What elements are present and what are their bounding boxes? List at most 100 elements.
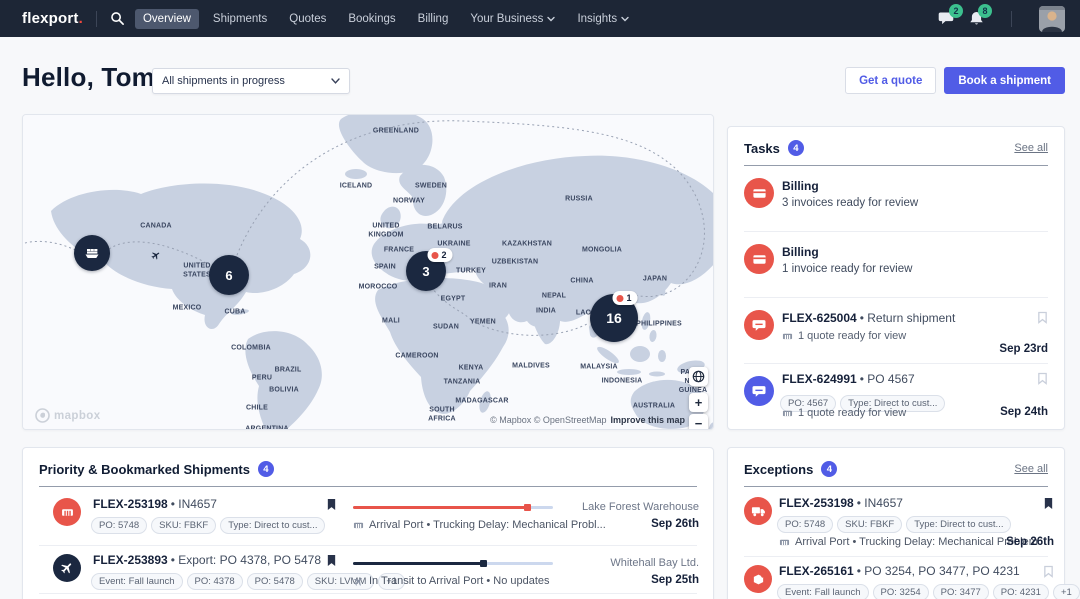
priority-count-badge: 4: [258, 461, 274, 477]
header-divider: [744, 486, 1048, 487]
page-greeting: Hello, Tom!: [22, 62, 164, 93]
exception-row[interactable]: FLEX-253198• IN4657 PO: 5748SKU: FBKFTyp…: [728, 492, 1066, 556]
bookmark-filled-icon[interactable]: [326, 498, 337, 511]
task-title: FLEX-625004• Return shipment: [782, 311, 955, 325]
tasks-header: Tasks 4 See all: [728, 127, 1064, 156]
exception-title: FLEX-253198• IN4657: [779, 496, 903, 510]
bookmark-icon[interactable]: [1037, 372, 1048, 385]
brand-dot: .: [79, 10, 83, 27]
exception-title: FLEX-265161• PO 3254, PO 3477, PO 4231: [779, 564, 1020, 578]
exceptions-see-all-link[interactable]: See all: [1014, 463, 1048, 475]
task-date: Sep 23rd: [999, 343, 1048, 355]
tag-pill: Type: Direct to cust...: [220, 517, 325, 534]
tag-pill: PO: 4231: [993, 584, 1049, 599]
terminal-icon: [782, 331, 793, 341]
top-navigation: flexport. Overview Shipments Quotes Book…: [0, 0, 1080, 37]
nav-item-insights[interactable]: Insights: [569, 9, 637, 29]
map-zoom-out-button[interactable]: −: [689, 414, 708, 430]
tag-pill: PO: 4378: [187, 573, 243, 590]
tag-pill: Event: Fall launch: [777, 584, 869, 599]
tasks-see-all-link[interactable]: See all: [1014, 142, 1048, 154]
mapbox-logo[interactable]: mapbox: [35, 408, 101, 423]
truck-icon: [744, 497, 772, 525]
chevron-down-icon: [621, 16, 629, 22]
nav-item-your-business[interactable]: Your Business: [462, 9, 563, 29]
task-title: FLEX-624991• PO 4567: [782, 372, 915, 386]
task-meta: 1 quote ready for view: [782, 407, 906, 419]
map-cluster-marker[interactable]: 6: [209, 255, 249, 295]
shipment-tags: PO: 5748SKU: FBKFType: Direct to cust...: [91, 515, 329, 534]
item-divider: [744, 556, 1048, 557]
nav-item-billing[interactable]: Billing: [410, 9, 457, 29]
book-shipment-button[interactable]: Book a shipment: [944, 67, 1065, 94]
mapbox-icon: [35, 408, 50, 423]
map-markers-layer: 631621: [23, 115, 713, 429]
shipment-filter-value: All shipments in progress: [162, 75, 285, 87]
plane-icon: [351, 573, 367, 589]
user-avatar[interactable]: [1039, 6, 1065, 32]
bookmark-icon[interactable]: [1043, 565, 1054, 578]
map-alert-badge[interactable]: 1: [612, 291, 637, 305]
tasks-title: Tasks: [744, 141, 780, 156]
tasks-panel: Tasks 4 See all Billing 3 invoices ready…: [727, 126, 1065, 430]
terminal-icon: [779, 537, 790, 547]
exceptions-count-badge: 4: [821, 461, 837, 477]
task-item[interactable]: Billing 3 invoices ready for review: [744, 166, 1048, 231]
map-globe-button[interactable]: [689, 367, 708, 386]
shipment-row[interactable]: FLEX-253893• Export: PO 4378, PO 5478 Ev…: [23, 548, 715, 599]
shipment-title: FLEX-253198• IN4657: [93, 497, 217, 511]
nav-item-bookings[interactable]: Bookings: [340, 9, 403, 29]
task-title: Billing: [782, 245, 819, 259]
shipment-destination: Lake Forest Warehouse: [582, 501, 699, 513]
exceptions-title: Exceptions: [744, 462, 813, 477]
shipment-filter-select[interactable]: All shipments in progress: [152, 68, 350, 94]
alert-dot-icon: [616, 295, 623, 302]
shipment-destination: Whitehall Bay Ltd.: [610, 557, 699, 569]
notifications-count-badge: 8: [978, 4, 992, 18]
nav-item-overview[interactable]: Overview: [135, 9, 199, 29]
tag-pill: PO: 5748: [91, 517, 147, 534]
task-subtitle: 1 invoice ready for review: [782, 263, 912, 275]
shipment-progress-bar: [353, 506, 553, 509]
shipment-map-card[interactable]: GREENLANDICELANDSWEDENNORWAYRUSSIACANADA…: [22, 114, 714, 430]
terminal-icon: [782, 408, 793, 418]
quote-chat-icon: [744, 376, 774, 406]
tag-pill: PO: 5748: [777, 516, 833, 533]
search-icon[interactable]: [110, 11, 125, 26]
task-item[interactable]: Billing 1 invoice ready for review: [744, 232, 1048, 297]
flexport-logo[interactable]: flexport.: [22, 10, 83, 27]
exception-status: Arrival Port • Trucking Delay: Mechanica…: [779, 536, 1038, 548]
map-port-marker[interactable]: [74, 235, 110, 271]
nav-item-shipments[interactable]: Shipments: [205, 9, 275, 29]
nav-divider: [96, 11, 97, 27]
package-icon: [744, 565, 772, 593]
container-ship-icon: [83, 244, 101, 262]
tag-pill: Type: Direct to cust...: [906, 516, 1011, 533]
shipment-status: In Transit to Arrival Port • No updates: [353, 575, 550, 587]
priority-shipments-panel: Priority & Bookmarked Shipments 4 FLEX-2…: [22, 447, 714, 599]
plane-icon: [53, 554, 81, 582]
bookmark-filled-icon[interactable]: [1043, 497, 1054, 510]
exceptions-header: Exceptions 4 See all: [728, 448, 1064, 477]
notifications-icon[interactable]: 8: [969, 11, 984, 27]
get-quote-button[interactable]: Get a quote: [845, 67, 936, 94]
alert-dot-icon: [431, 252, 438, 259]
task-item[interactable]: FLEX-625004• Return shipment 1 quote rea…: [744, 298, 1048, 363]
globe-icon: [692, 370, 705, 383]
bookmark-filled-icon[interactable]: [326, 554, 337, 567]
map-alert-badge[interactable]: 2: [427, 248, 452, 262]
messages-icon[interactable]: 2: [938, 11, 955, 26]
map-zoom-in-button[interactable]: +: [689, 393, 708, 412]
priority-title: Priority & Bookmarked Shipments: [39, 462, 250, 477]
bookmark-icon[interactable]: [1037, 311, 1048, 324]
shipment-row[interactable]: FLEX-253198• IN4657 PO: 5748SKU: FBKFTyp…: [23, 492, 715, 545]
shipment-date: Sep 25th: [651, 574, 699, 586]
exception-row[interactable]: FLEX-265161• PO 3254, PO 3477, PO 4231 E…: [728, 560, 1066, 599]
tag-pill: +1: [1053, 584, 1080, 599]
chevron-down-icon: [331, 78, 340, 84]
exception-tags: Event: Fall launchPO: 3254PO: 3477PO: 42…: [777, 582, 1080, 599]
nav-item-quotes[interactable]: Quotes: [281, 9, 334, 29]
task-item[interactable]: FLEX-624991• PO 4567 PO: 4567Type: Direc…: [744, 364, 1048, 426]
tag-pill: PO: 3477: [933, 584, 989, 599]
improve-map-link[interactable]: Improve this map: [610, 415, 685, 425]
